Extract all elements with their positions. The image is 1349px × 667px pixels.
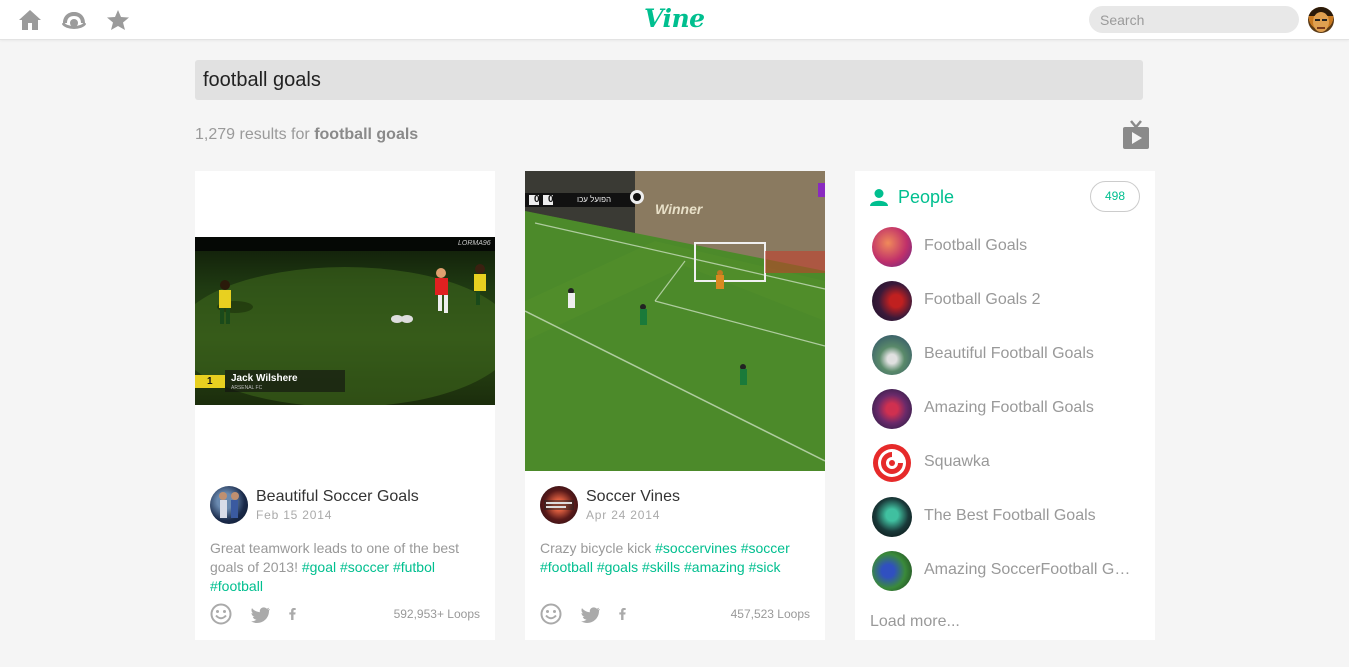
people-item[interactable]: Football Goals 2 (870, 281, 1140, 323)
hashtag[interactable]: #soccervines (655, 540, 737, 556)
people-item[interactable]: Amazing Football Goals (870, 389, 1140, 431)
twitter-icon[interactable] (581, 603, 601, 625)
tv-icon[interactable] (1122, 120, 1150, 150)
vine-logo[interactable]: Vine (644, 4, 705, 33)
post-card: 0 0 הפועל עכו Winner Soccer Vines Apr 24… (525, 171, 825, 640)
results-count: 1,279 results for (195, 126, 310, 143)
hashtag[interactable]: #futbol (393, 559, 435, 575)
people-item[interactable]: Amazing SoccerFootball Goals (870, 551, 1140, 593)
post-date: Apr 24 2014 (586, 508, 661, 522)
person-name: Football Goals (924, 237, 1028, 254)
score-away: 0 (548, 194, 554, 205)
post-actions: 592,953+ Loops (210, 603, 480, 625)
hashtag[interactable]: #skills (642, 559, 680, 575)
post-actions: 457,523 Loops (540, 603, 810, 625)
person-icon (870, 189, 888, 206)
post-text: Crazy bicycle kick (540, 540, 652, 556)
hashtag[interactable]: #goal (302, 559, 336, 575)
hashtag[interactable]: #football (210, 578, 263, 594)
hashtag[interactable]: #soccer (741, 540, 790, 556)
overlay-player-club: ARSENAL FC (231, 385, 263, 391)
author-name[interactable]: Soccer Vines (586, 488, 680, 506)
person-avatar (872, 389, 912, 429)
hashtag[interactable]: #amazing (684, 559, 745, 575)
people-title: People (898, 187, 955, 207)
facebook-icon[interactable] (616, 603, 628, 625)
people-item[interactable]: Squawka (870, 443, 1140, 485)
user-avatar[interactable] (1308, 7, 1334, 33)
person-name: The Best Football Goals (924, 507, 1096, 524)
post-card: LORMA96 1 Jack Wilshere ARSENAL FC Beaut… (195, 171, 495, 640)
score-home: 0 (534, 194, 540, 205)
people-item[interactable]: Beautiful Football Goals (870, 335, 1140, 377)
person-avatar (872, 227, 912, 267)
load-more-link[interactable]: Load more... (870, 613, 960, 631)
overlay-player-name: Jack Wilshere (231, 373, 298, 384)
top-bar: Vine (0, 0, 1349, 40)
hashtag[interactable]: #football (540, 559, 593, 575)
facebook-icon[interactable] (286, 603, 298, 625)
search-query-input[interactable] (195, 60, 1143, 100)
author-avatar[interactable] (540, 486, 578, 524)
hashtag[interactable]: #sick (749, 559, 781, 575)
favorites-icon[interactable] (106, 9, 130, 31)
overlay-number: 1 (207, 376, 213, 387)
home-icon[interactable] (18, 9, 42, 31)
person-name: Amazing Football Goals (924, 399, 1094, 416)
popular-icon[interactable] (61, 9, 87, 31)
video-watermark: LORMA96 (458, 240, 491, 247)
person-name: Beautiful Football Goals (924, 345, 1094, 362)
person-name: Squawka (924, 453, 990, 470)
person-avatar (872, 551, 912, 591)
people-item[interactable]: Football Goals (870, 227, 1140, 269)
results-term: football goals (314, 126, 419, 143)
people-item[interactable]: The Best Football Goals (870, 497, 1140, 539)
person-avatar (872, 443, 912, 483)
person-avatar (872, 335, 912, 375)
hashtag[interactable]: #soccer (340, 559, 389, 575)
twitter-icon[interactable] (251, 603, 271, 625)
person-name: Football Goals 2 (924, 291, 1041, 308)
post-description: Crazy bicycle kick #soccervines #soccer … (540, 539, 810, 577)
post-date: Feb 15 2014 (256, 508, 333, 522)
hashtag[interactable]: #goals (597, 559, 638, 575)
person-name: Amazing SoccerFootball Goals (924, 561, 1136, 578)
video-thumbnail[interactable]: LORMA96 1 Jack Wilshere ARSENAL FC (195, 237, 495, 405)
video-thumbnail[interactable]: 0 0 הפועל עכו Winner (525, 171, 825, 471)
results-summary: 1,279 results for football goals (195, 126, 418, 144)
person-avatar (872, 281, 912, 321)
top-search-input[interactable] (1089, 6, 1299, 33)
person-avatar (872, 497, 912, 537)
post-author: Beautiful Soccer Goals Feb 15 2014 (210, 486, 480, 526)
people-panel: People 498 Football Goals Football Goals… (855, 171, 1155, 640)
author-avatar[interactable] (210, 486, 248, 524)
loop-count: 592,953+ Loops (393, 607, 480, 621)
people-count-badge[interactable]: 498 (1090, 181, 1140, 212)
author-name[interactable]: Beautiful Soccer Goals (256, 488, 419, 506)
smiley-icon[interactable] (210, 603, 232, 625)
loop-count: 457,523 Loops (730, 607, 810, 621)
post-author: Soccer Vines Apr 24 2014 (540, 486, 810, 526)
smiley-icon[interactable] (540, 603, 562, 625)
score-team-name: הפועל עכו (577, 195, 612, 204)
post-description: Great teamwork leads to one of the best … (210, 539, 480, 596)
stadium-banner: Winner (655, 201, 703, 217)
